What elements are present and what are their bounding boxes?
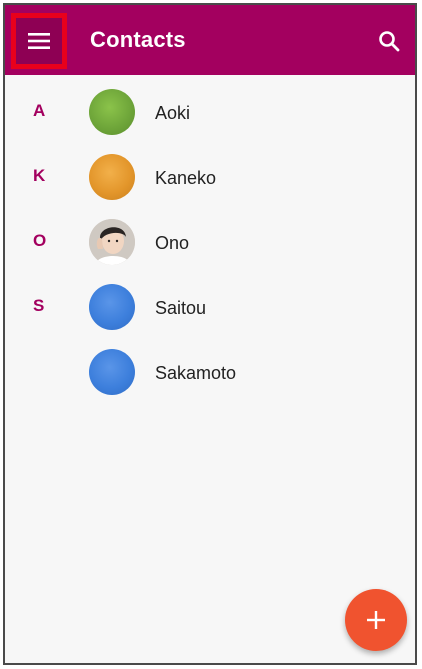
contact-name: Sakamoto (155, 363, 237, 383)
plus-icon (367, 611, 385, 629)
contact-row-kaneko[interactable]: K Kaneko (5, 140, 415, 205)
page-title: Contacts (90, 27, 186, 52)
add-contact-button[interactable] (345, 589, 407, 651)
section-letter: A (33, 101, 46, 120)
avatar (89, 284, 135, 330)
contact-row-saitou[interactable]: S Saitou (5, 270, 415, 335)
contact-row-ono[interactable]: O Ono (5, 205, 415, 270)
contact-name: Saitou (155, 298, 207, 318)
menu-button[interactable] (11, 13, 67, 69)
person-photo-icon (89, 219, 135, 265)
contact-list: A Aoki K Kaneko O Ono S Saitou Sakamoto (5, 75, 415, 400)
avatar (89, 89, 135, 135)
section-letter: K (33, 166, 46, 185)
app-bar: Contacts (5, 5, 415, 75)
section-letter: S (33, 296, 45, 315)
avatar (89, 154, 135, 200)
contact-row-sakamoto[interactable]: Sakamoto (5, 335, 415, 400)
search-icon (379, 31, 400, 52)
section-letter: O (33, 231, 47, 250)
search-button[interactable] (369, 21, 409, 61)
phone-screen: Contacts A Aoki K Kaneko O Ono S Saitou … (3, 3, 417, 665)
contact-name: Ono (155, 233, 190, 253)
menu-icon (28, 33, 50, 49)
avatar-photo (89, 219, 135, 265)
contact-name: Aoki (155, 103, 191, 123)
avatar (89, 349, 135, 395)
contact-name: Kaneko (155, 168, 217, 188)
contact-row-aoki[interactable]: A Aoki (5, 75, 415, 140)
